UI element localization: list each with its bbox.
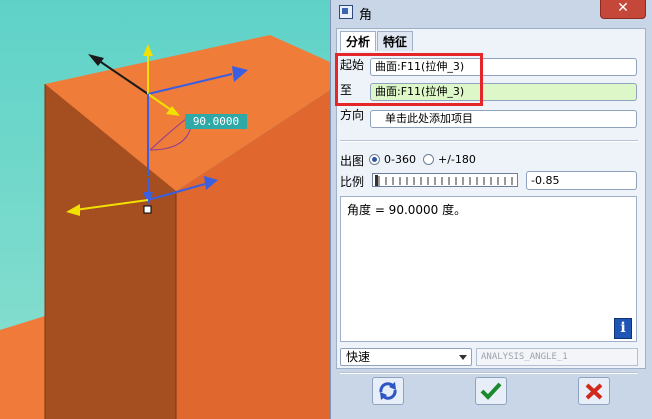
radio-0-360[interactable] — [369, 154, 380, 165]
repeat-icon — [379, 382, 397, 400]
info-button[interactable]: i — [614, 318, 632, 339]
scale-value-field[interactable]: -0.85 — [526, 171, 637, 190]
tab-analysis[interactable]: 分析 — [340, 31, 376, 51]
analysis-name-field[interactable]: ANALYSIS_ANGLE_1 — [476, 348, 638, 366]
direction-field[interactable]: 单击此处添加项目 — [370, 110, 637, 128]
bottom-divider — [340, 372, 638, 374]
radio-0-360-label: 0-360 — [384, 153, 416, 166]
cancel-icon — [585, 383, 603, 400]
model-viewport[interactable]: 90.0000 — [0, 0, 330, 419]
angle-result-text: 角度 = 90.0000 度。 — [347, 203, 467, 217]
dialog-window-icon — [339, 5, 353, 19]
dialog-titlebar[interactable]: 角 ✕ — [331, 0, 652, 24]
tab-feature[interactable]: 特征 — [377, 31, 413, 51]
angle-readout: 90.0000 — [185, 114, 247, 129]
results-area: 角度 = 90.0000 度。 — [340, 196, 637, 342]
close-icon: ✕ — [617, 0, 629, 16]
selection-highlight — [335, 53, 483, 106]
compute-mode-select[interactable]: 快速 — [340, 348, 472, 366]
close-button[interactable]: ✕ — [600, 0, 646, 19]
compute-mode-value: 快速 — [346, 350, 371, 364]
repeat-button[interactable] — [372, 377, 404, 405]
radio-plus-minus-180[interactable] — [423, 154, 434, 165]
chevron-down-icon — [459, 355, 467, 360]
output-label: 出图 — [340, 154, 365, 168]
radio-plus-minus-180-label: +/-180 — [438, 153, 476, 166]
scale-slider[interactable] — [372, 173, 518, 187]
slider-ticks — [375, 175, 513, 186]
model-scene — [0, 0, 330, 419]
direction-label: 方向 — [340, 108, 365, 122]
dialog-title: 角 — [359, 8, 373, 23]
cancel-button[interactable] — [578, 377, 610, 405]
scale-label: 比例 — [340, 175, 365, 189]
checkmark-icon — [480, 382, 502, 400]
info-icon: i — [620, 320, 626, 336]
ok-button[interactable] — [475, 377, 507, 405]
section-divider — [340, 140, 638, 142]
